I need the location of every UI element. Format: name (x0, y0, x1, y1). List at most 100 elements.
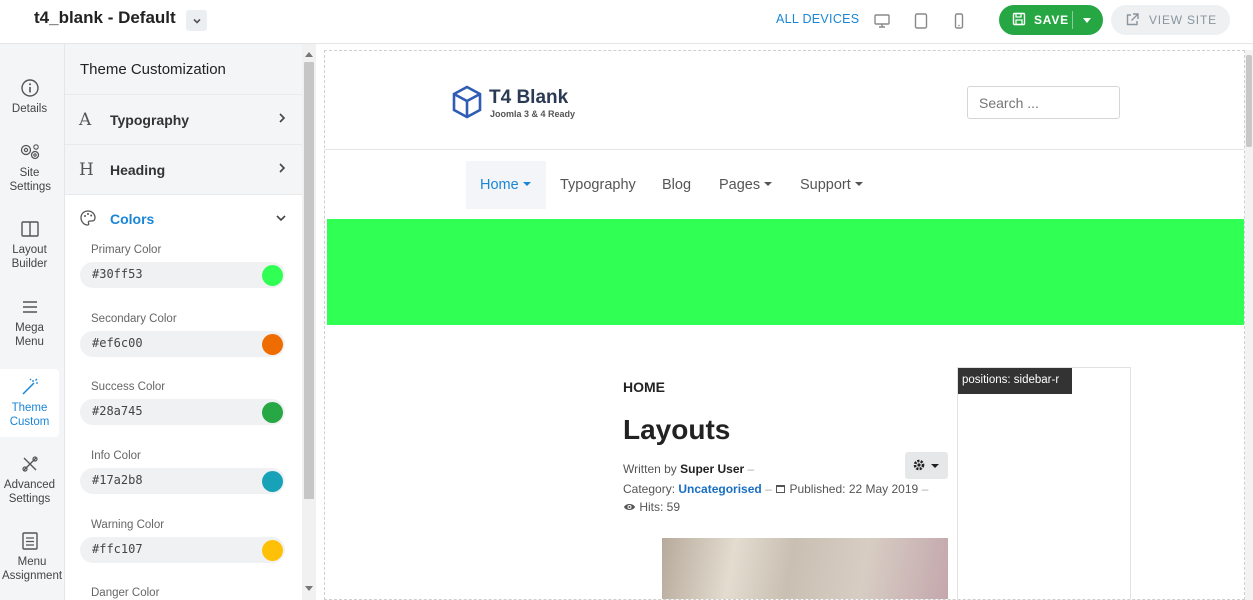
site-logo-name[interactable]: T4 Blank (489, 87, 568, 109)
nav-item-typography[interactable]: Typography (560, 177, 636, 193)
article-author-line: Written by Super User – (623, 462, 754, 476)
gear-icon (913, 459, 925, 471)
section-label: Colors (110, 211, 155, 227)
success-color-field[interactable] (80, 399, 285, 425)
rail-item-label: Details (11, 103, 48, 115)
nav-item-home[interactable]: Home (480, 177, 531, 193)
rail-item-label: Mega Menu (15, 322, 44, 348)
success-color-input[interactable] (92, 404, 242, 418)
rail-item-advanced-settings[interactable]: Advanced Settings (0, 454, 59, 522)
page-title: Layouts (623, 414, 731, 445)
nav-item-blog[interactable]: Blog (662, 177, 691, 193)
nav-item-label: Home (480, 177, 519, 193)
info-color-setting: Info Color (80, 450, 285, 494)
danger-color-setting: Danger Color (80, 587, 285, 599)
nav-item-support[interactable]: Support (800, 177, 863, 193)
nav-item-pages[interactable]: Pages (719, 177, 773, 193)
top-bar: t4_blank - Default ALL DEVICES SAVE VIEW… (0, 0, 1253, 44)
nav-item-label: Support (800, 177, 851, 193)
scroll-down-arrow-icon[interactable] (305, 586, 313, 591)
caret-down-icon (764, 182, 773, 186)
meta-separator: – (747, 462, 755, 476)
tablet-icon[interactable] (912, 12, 930, 30)
warning-color-setting: Warning Color (80, 519, 285, 563)
caret-down-icon (854, 182, 863, 186)
warning-color-field[interactable] (80, 537, 285, 563)
site-search-input[interactable] (967, 86, 1120, 119)
scroll-up-arrow-icon[interactable] (305, 52, 313, 57)
section-typography[interactable]: A Typography (65, 94, 302, 144)
save-button-label: SAVE (1034, 13, 1069, 27)
meta-separator: – (765, 482, 772, 496)
rail-item-label: Layout Builder (11, 244, 48, 270)
primary-color-banner (327, 219, 1244, 325)
section-heading[interactable]: H Heading (65, 144, 302, 194)
rail-item-details[interactable]: Details (0, 78, 59, 146)
menu-icon (22, 301, 37, 313)
left-nav-rail: Details Site Settings Layout Builder Meg… (0, 44, 65, 600)
gears-icon (20, 144, 39, 160)
chevron-down-icon (192, 18, 201, 24)
secondary-color-input[interactable] (92, 336, 242, 350)
color-label: Danger Color (91, 587, 160, 599)
cube-logo-icon (452, 85, 482, 119)
article-intro-image[interactable] (662, 538, 948, 599)
secondary-color-setting: Secondary Color (80, 313, 285, 357)
secondary-color-swatch[interactable] (262, 334, 283, 355)
meta-separator: – (921, 482, 929, 496)
panel-scrollbar[interactable] (302, 44, 316, 600)
category-label: Category: (623, 482, 676, 496)
all-devices-toggle[interactable]: ALL DEVICES (776, 12, 859, 26)
preview-scrollbar-thumb[interactable] (1246, 55, 1252, 147)
panel-scrollbar-thumb[interactable] (304, 62, 314, 499)
calendar-icon (776, 485, 786, 493)
desktop-icon[interactable] (873, 12, 891, 30)
magic-wand-icon (21, 378, 38, 395)
view-site-button[interactable]: VIEW SITE (1111, 5, 1230, 35)
rail-item-menu-assignment[interactable]: Menu Assignment (0, 531, 62, 599)
mobile-icon[interactable] (950, 12, 968, 30)
success-color-swatch[interactable] (262, 402, 283, 423)
site-logo-tagline: Joomla 3 & 4 Ready (490, 109, 576, 119)
external-link-icon (1126, 13, 1139, 26)
sidebar-position-label: positions: sidebar-r (958, 368, 1072, 394)
rail-item-site-settings[interactable]: Site Settings (0, 142, 59, 200)
sidebar-r-position (957, 367, 1131, 599)
primary-color-input[interactable] (92, 267, 242, 281)
rail-item-label: Theme Custom (9, 402, 50, 428)
article-category-line: Category: Uncategorised – Published: 22 … (623, 482, 928, 496)
info-color-field[interactable] (80, 468, 285, 494)
save-options-caret-icon[interactable] (1083, 18, 1091, 23)
article-options-button[interactable] (905, 452, 948, 479)
palette-icon (80, 210, 96, 226)
template-title: t4_blank - Default (34, 8, 176, 27)
primary-color-swatch[interactable] (262, 265, 283, 286)
eye-icon (624, 504, 635, 510)
section-colors[interactable]: Colors (65, 194, 302, 240)
warning-color-input[interactable] (92, 542, 242, 556)
primary-color-field[interactable] (80, 262, 285, 288)
chevron-right-icon (279, 163, 286, 173)
rail-item-layout-builder[interactable]: Layout Builder (0, 219, 59, 287)
category-link[interactable]: Uncategorised (678, 482, 761, 496)
chevron-right-icon (279, 113, 286, 123)
save-button[interactable]: SAVE (999, 5, 1103, 35)
warning-color-swatch[interactable] (262, 540, 283, 561)
heading-icon: H (79, 160, 94, 180)
preview-scrollbar[interactable] (1245, 50, 1253, 600)
article-hits: Hits: 59 (639, 500, 681, 514)
tools-icon (21, 456, 38, 472)
breadcrumb[interactable]: HOME (623, 379, 665, 395)
rail-item-theme-custom[interactable]: Theme Custom (0, 369, 59, 437)
info-color-input[interactable] (92, 473, 242, 487)
info-color-swatch[interactable] (262, 471, 283, 492)
written-by-label: Written by (623, 462, 677, 476)
secondary-color-field[interactable] (80, 331, 285, 357)
site-preview-frame: T4 Blank Joomla 3 & 4 Ready Home Typogra… (324, 50, 1245, 600)
template-dropdown-button[interactable] (186, 10, 207, 31)
panel-header: Theme Customization (65, 44, 302, 94)
caret-down-icon (522, 182, 531, 186)
color-label: Warning Color (91, 519, 165, 531)
section-label: Typography (110, 112, 190, 128)
rail-item-mega-menu[interactable]: Mega Menu (0, 297, 59, 365)
